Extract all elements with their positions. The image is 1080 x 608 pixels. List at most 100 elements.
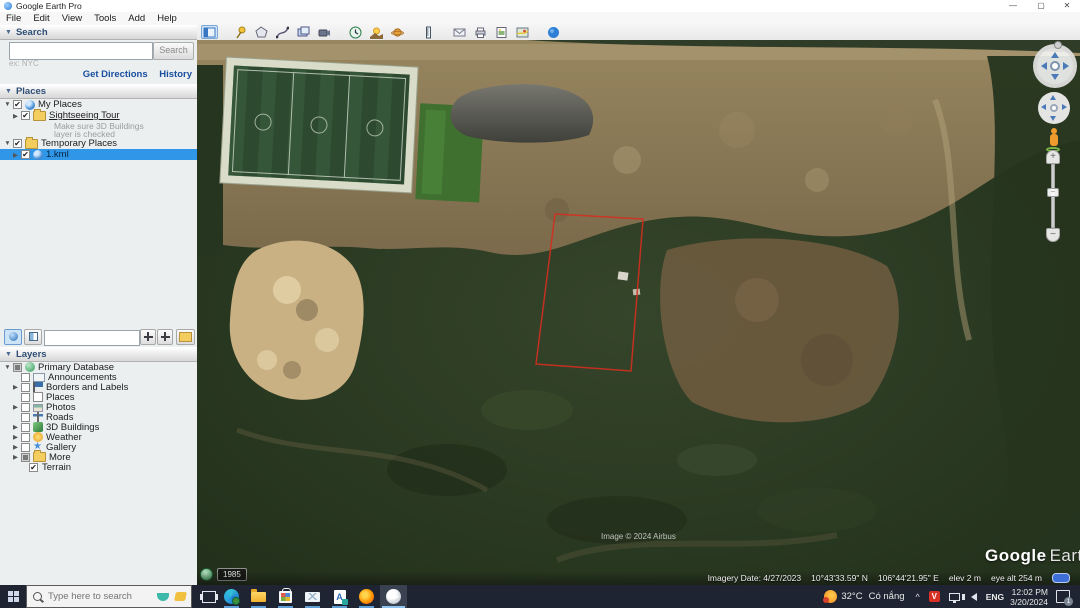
move-joystick[interactable] bbox=[1038, 92, 1070, 124]
tree-item-1kml-selected[interactable]: ▶ ✔ 1.kml bbox=[0, 149, 197, 160]
look-left-arrow-icon[interactable] bbox=[1041, 62, 1047, 70]
look-center-icon[interactable] bbox=[1050, 61, 1060, 71]
maximize-button[interactable]: ▢ bbox=[1028, 0, 1054, 11]
layer-photos[interactable]: ▶ Photos bbox=[0, 402, 197, 412]
map-viewport[interactable]: + ‒ − 1985 Image © 2024 Airbus GoogleEar… bbox=[197, 40, 1080, 585]
network-tray-icon[interactable] bbox=[949, 593, 960, 601]
look-right-arrow-icon[interactable] bbox=[1063, 62, 1069, 70]
layer-3d-buildings[interactable]: ▶ 3D Buildings bbox=[0, 422, 197, 432]
sunlight-button[interactable] bbox=[368, 25, 385, 39]
layers-panel-header[interactable]: ▼ Layers bbox=[0, 347, 197, 362]
expander-closed-icon[interactable]: ▶ bbox=[12, 112, 19, 120]
print-button[interactable] bbox=[472, 25, 489, 39]
checkbox-partial[interactable] bbox=[21, 453, 30, 462]
search-button[interactable]: Search bbox=[153, 42, 194, 60]
expander-open-icon[interactable]: ▼ bbox=[4, 101, 11, 108]
layer-places[interactable]: Places bbox=[0, 392, 197, 402]
north-indicator-icon[interactable] bbox=[1054, 41, 1062, 49]
ruler-button[interactable] bbox=[420, 25, 437, 39]
start-button[interactable] bbox=[0, 585, 26, 608]
look-down-arrow-icon[interactable] bbox=[1051, 74, 1059, 80]
close-button[interactable]: ✕ bbox=[1054, 0, 1080, 11]
find-previous-button[interactable] bbox=[140, 329, 156, 345]
record-tour-button[interactable] bbox=[316, 25, 333, 39]
layer-announcements[interactable]: Announcements bbox=[0, 372, 197, 382]
zoom-in-button[interactable]: + bbox=[1046, 150, 1060, 164]
hidden-icons-chevron[interactable]: ^ bbox=[916, 592, 920, 602]
taskbar-app-document[interactable]: A bbox=[326, 585, 353, 608]
move-center-icon[interactable] bbox=[1050, 104, 1058, 112]
task-view-button[interactable] bbox=[200, 585, 218, 608]
search-panel-header[interactable]: ▼ Search bbox=[0, 25, 197, 40]
add-path-button[interactable] bbox=[274, 25, 291, 39]
taskbar-clock[interactable]: 12:02 PM 3/20/2024 bbox=[1010, 587, 1048, 607]
move-down-arrow-icon[interactable] bbox=[1050, 116, 1056, 121]
weather-sunny-icon[interactable] bbox=[824, 590, 837, 603]
tree-item-temporary-places[interactable]: ▼ ✔ Temporary Places bbox=[0, 138, 197, 149]
switch-planet-button[interactable] bbox=[389, 25, 406, 39]
expander-closed-icon[interactable]: ▶ bbox=[12, 423, 19, 431]
move-left-arrow-icon[interactable] bbox=[1041, 104, 1046, 110]
taskbar-app-mail[interactable] bbox=[299, 585, 326, 608]
add-placemark-button[interactable] bbox=[232, 25, 249, 39]
action-center-icon[interactable]: 1 bbox=[1056, 590, 1070, 603]
zoom-out-button[interactable]: − bbox=[1046, 228, 1060, 242]
places-panel-header[interactable]: ▼ Places bbox=[0, 84, 197, 99]
find-next-button[interactable] bbox=[157, 329, 173, 345]
checkbox-unchecked[interactable] bbox=[21, 383, 30, 392]
street-view-pegman[interactable] bbox=[1046, 128, 1062, 152]
historical-imagery-button[interactable] bbox=[347, 25, 364, 39]
checkbox-unchecked[interactable] bbox=[21, 413, 30, 422]
checkbox-checked[interactable]: ✔ bbox=[13, 139, 22, 148]
layer-roads[interactable]: Roads bbox=[0, 412, 197, 422]
layer-gallery[interactable]: ▶ ★ Gallery bbox=[0, 442, 197, 452]
get-directions-link[interactable]: Get Directions bbox=[83, 69, 148, 80]
volume-tray-icon[interactable] bbox=[971, 593, 977, 601]
checkbox-checked[interactable]: ✔ bbox=[21, 111, 30, 120]
weather-temperature[interactable]: 32°C bbox=[841, 591, 862, 602]
menu-file[interactable]: File bbox=[0, 13, 27, 24]
checkbox-partial[interactable] bbox=[13, 363, 22, 372]
tree-item-sightseeing-tour[interactable]: ▶ ✔ Sightseeing Tour bbox=[0, 110, 197, 121]
checkbox-checked[interactable]: ✔ bbox=[13, 100, 22, 109]
layer-weather[interactable]: ▶ Weather bbox=[0, 432, 197, 442]
move-up-arrow-icon[interactable] bbox=[1050, 95, 1056, 100]
places-filter-input[interactable] bbox=[44, 330, 140, 346]
view-in-google-maps-button[interactable] bbox=[514, 25, 531, 39]
taskbar-search-box[interactable] bbox=[26, 585, 192, 608]
search-places-button[interactable] bbox=[4, 329, 22, 345]
layer-more[interactable]: ▶ More bbox=[0, 452, 197, 462]
menu-view[interactable]: View bbox=[56, 13, 88, 24]
checkbox-unchecked[interactable] bbox=[21, 373, 30, 382]
taskbar-app-google-earth[interactable] bbox=[380, 585, 407, 608]
folder-actions-button[interactable]: ▾ bbox=[176, 329, 195, 345]
language-indicator[interactable]: ENG bbox=[986, 592, 1004, 602]
menu-edit[interactable]: Edit bbox=[27, 13, 55, 24]
tree-item-my-places[interactable]: ▼ ✔ My Places bbox=[0, 99, 197, 110]
checkbox-checked[interactable]: ✔ bbox=[21, 150, 30, 159]
save-image-button[interactable] bbox=[493, 25, 510, 39]
checkbox-unchecked[interactable] bbox=[21, 433, 30, 442]
add-polygon-button[interactable] bbox=[253, 25, 270, 39]
zoom-slider-handle[interactable]: ‒ bbox=[1047, 188, 1059, 197]
taskbar-app-file-explorer[interactable] bbox=[245, 585, 272, 608]
checkbox-unchecked[interactable] bbox=[21, 393, 30, 402]
taskbar-app-store[interactable] bbox=[272, 585, 299, 608]
history-link[interactable]: History bbox=[159, 69, 192, 80]
expander-closed-icon[interactable]: ▶ bbox=[12, 151, 19, 159]
toggle-sidebar-button[interactable] bbox=[201, 25, 218, 39]
taskbar-search-input[interactable] bbox=[46, 590, 150, 603]
expander-closed-icon[interactable]: ▶ bbox=[12, 443, 19, 451]
look-joystick[interactable] bbox=[1033, 44, 1077, 88]
move-right-arrow-icon[interactable] bbox=[1062, 104, 1067, 110]
email-button[interactable] bbox=[451, 25, 468, 39]
expander-closed-icon[interactable]: ▶ bbox=[12, 403, 19, 411]
layer-primary-database[interactable]: ▼ Primary Database bbox=[0, 362, 197, 372]
add-image-overlay-button[interactable] bbox=[295, 25, 312, 39]
menu-tools[interactable]: Tools bbox=[88, 13, 122, 24]
checkbox-checked[interactable]: ✔ bbox=[29, 463, 38, 472]
weather-description[interactable]: Có nắng bbox=[869, 591, 905, 602]
menu-add[interactable]: Add bbox=[122, 13, 151, 24]
look-up-arrow-icon[interactable] bbox=[1051, 52, 1059, 58]
antivirus-tray-icon[interactable]: V bbox=[929, 591, 940, 602]
